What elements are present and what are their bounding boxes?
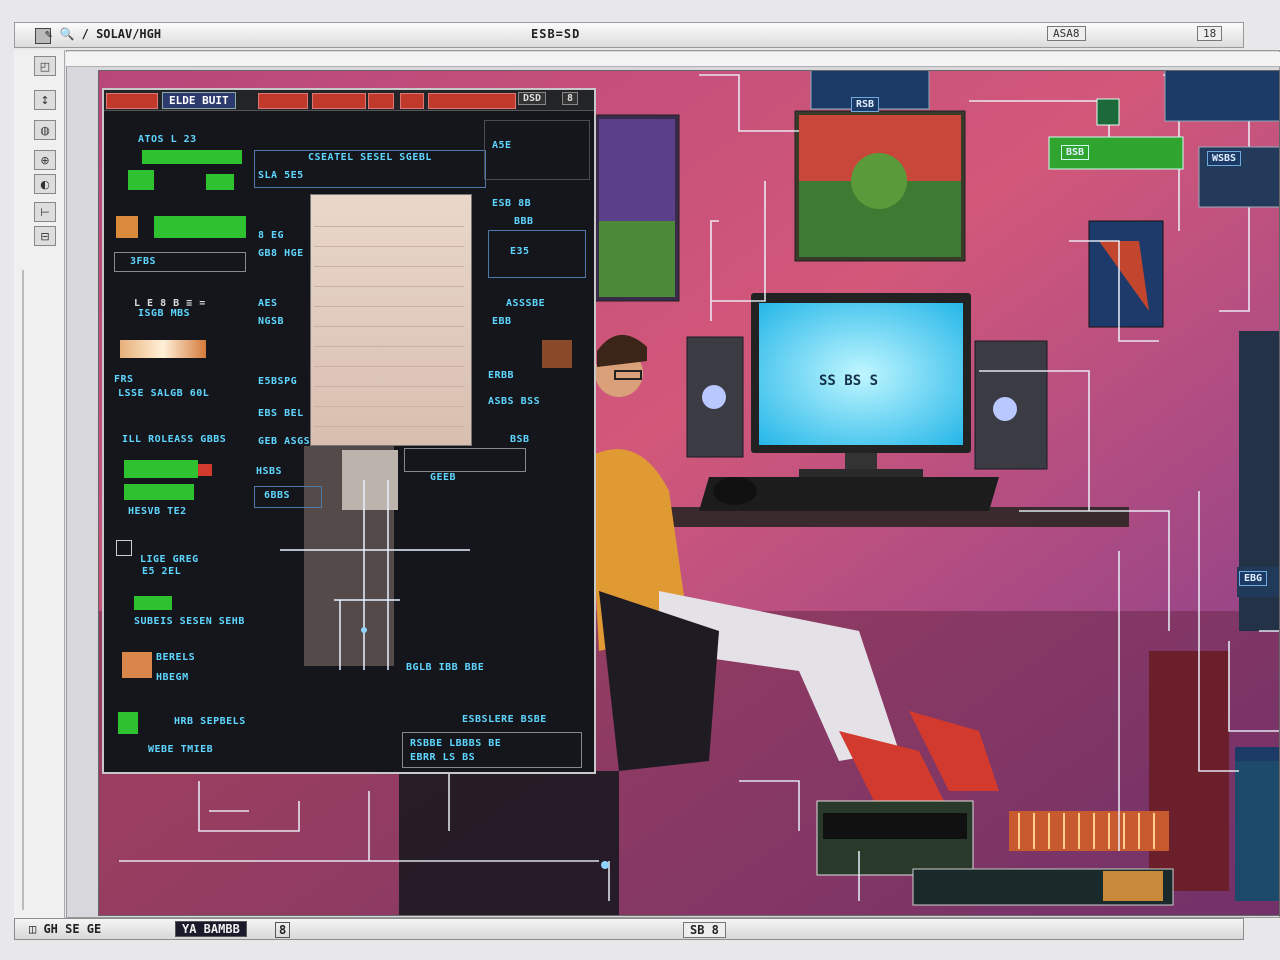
progress-bar (124, 460, 198, 478)
panel-tab-3[interactable] (312, 93, 366, 109)
tool-button-align[interactable]: ⊢ (34, 202, 56, 222)
swatch[interactable] (206, 174, 234, 190)
progress-bar (134, 596, 172, 610)
right-label: BSB (510, 434, 530, 445)
right-label: BGLB IBB BBE (406, 662, 485, 673)
left-label: ATOS L 23 (138, 134, 197, 145)
mid-label: GEB ASGS (258, 436, 311, 447)
thumbnail[interactable] (542, 340, 572, 368)
right-field[interactable] (404, 448, 526, 472)
right-label: EBB (492, 316, 512, 327)
left-label: 3FBS (130, 256, 157, 267)
gradient-swatch[interactable] (120, 340, 206, 358)
right-label: GEEB (430, 472, 457, 483)
left-label: WEBE TMIEB (148, 744, 214, 755)
scene-tag-edge[interactable]: EBG (1239, 571, 1268, 586)
titlebar-indicator-2[interactable]: 18 (1197, 26, 1223, 41)
right-label: ESBSLERE BSBE (462, 714, 547, 725)
tool-button-layer[interactable]: ⊟ (34, 226, 56, 246)
right-field[interactable] (488, 230, 586, 278)
panel-titlebar: ELDE BUIT DSD 8 (104, 90, 594, 111)
right-label: BBB (514, 216, 534, 227)
panel-header-button-2[interactable]: 8 (562, 92, 579, 105)
scene-tag-right[interactable]: WSBS (1207, 151, 1242, 166)
panel-tab-5[interactable] (400, 93, 424, 109)
titlebar-indicator-1[interactable]: ASA8 (1047, 26, 1086, 41)
canvas-ruler (66, 52, 1280, 67)
left-label: FRS (114, 374, 134, 385)
left-label: E5 2EL (142, 566, 182, 577)
mid-label: NGSB (258, 316, 285, 327)
left-label: LSSE SALGB 60L (118, 388, 210, 399)
tool-button-contrast[interactable]: ◐ (34, 174, 56, 194)
status-field[interactable]: YA BAMBB (175, 921, 247, 937)
tool-button-move[interactable]: ↕ (34, 90, 56, 110)
scene-tag-green[interactable]: BSB (1061, 145, 1090, 160)
tool-button-globe[interactable]: ◍ (34, 120, 56, 140)
right-label: RSBBE LBBBS BE (410, 738, 502, 749)
panel-header-button-1[interactable]: DSD (518, 92, 547, 105)
panel-title[interactable]: ELDE BUIT (162, 92, 236, 109)
left-label: LIGE GREG (140, 554, 199, 565)
right-label: EBRR LS BS (410, 752, 476, 763)
right-label: ASBS BSS (488, 396, 541, 407)
tool-button-select[interactable]: ◰ (34, 56, 56, 76)
right-label: E35 (510, 246, 530, 257)
status-left: ◫ GH SE GE (29, 922, 102, 936)
tool-button-add[interactable]: ⊕ (34, 150, 56, 170)
status-center[interactable]: SB 8 (683, 922, 726, 938)
mid-label: 8 EG (258, 230, 285, 241)
tool-rail: ◰ ↕ ◍ ⊕ ◐ ⊢ ⊟ (14, 50, 65, 918)
mid-label: EBS BEL (258, 408, 304, 419)
window-center-title: ESB=SD (531, 27, 581, 41)
window-title: ✎ 🔍 / SOLAV/HGH (45, 27, 162, 41)
rail-scroll-track[interactable] (22, 270, 24, 910)
panel-tab-2[interactable] (258, 93, 308, 109)
status-indicator (198, 464, 212, 476)
left-label: ILL ROLEASS GBBS (122, 434, 227, 445)
status-field-2[interactable]: 8 (275, 922, 291, 938)
mid-label: HSBS (256, 466, 283, 477)
left-label: HRB SEPBELS (174, 716, 246, 727)
document-lines (314, 226, 464, 436)
scene-tag-top[interactable]: RSB (851, 97, 880, 112)
panel-tab-6[interactable] (428, 93, 516, 109)
mid-label: E5BSPG (258, 376, 298, 387)
left-label: BERELS (156, 652, 196, 663)
left-label: SUBEIS SESEN SEHB (134, 616, 245, 627)
mid-label: GB8 HGE (258, 248, 304, 259)
status-bar: ◫ GH SE GE YA BAMBB 8 SB 8 (14, 918, 1244, 940)
mid-label: SLA 5E5 (258, 170, 304, 181)
progress-bar (154, 216, 246, 238)
checkbox[interactable] (116, 540, 132, 556)
swatch[interactable] (128, 170, 154, 190)
right-label: ASSSBE (506, 298, 546, 309)
panel-tab-4[interactable] (368, 93, 394, 109)
right-label: A5E (492, 140, 512, 151)
monitor-screen-text: SS BS S (819, 373, 879, 389)
mid-label: AES (258, 298, 278, 309)
left-label: HESVB TE2 (128, 506, 187, 517)
panel-left-column: ATOS L 23 3FBS L E 8 B ≡ = ISGB MBS FRS … (114, 134, 246, 770)
thumbnail[interactable] (122, 652, 152, 678)
window-titlebar: ✎ 🔍 / SOLAV/HGH ESB=SD ASA8 18 (14, 22, 1244, 48)
panel-tab-1[interactable] (106, 93, 158, 109)
left-label: ISGB MBS (138, 308, 191, 319)
right-label: ERBB (488, 370, 515, 381)
thumbnail[interactable] (116, 216, 138, 238)
progress-bar (124, 484, 194, 500)
swatch[interactable] (118, 712, 138, 734)
mid-label: CSEATEL SESEL SGEBL (308, 152, 432, 163)
progress-bar (142, 150, 242, 164)
connector-lines (280, 480, 470, 670)
right-label: ESB 8B (492, 198, 532, 209)
panel-right-column: A5E ESB 8B BBB E35 ASSSBE EBB ERBB ASBS … (402, 120, 592, 770)
left-label: HBEGM (156, 672, 189, 683)
